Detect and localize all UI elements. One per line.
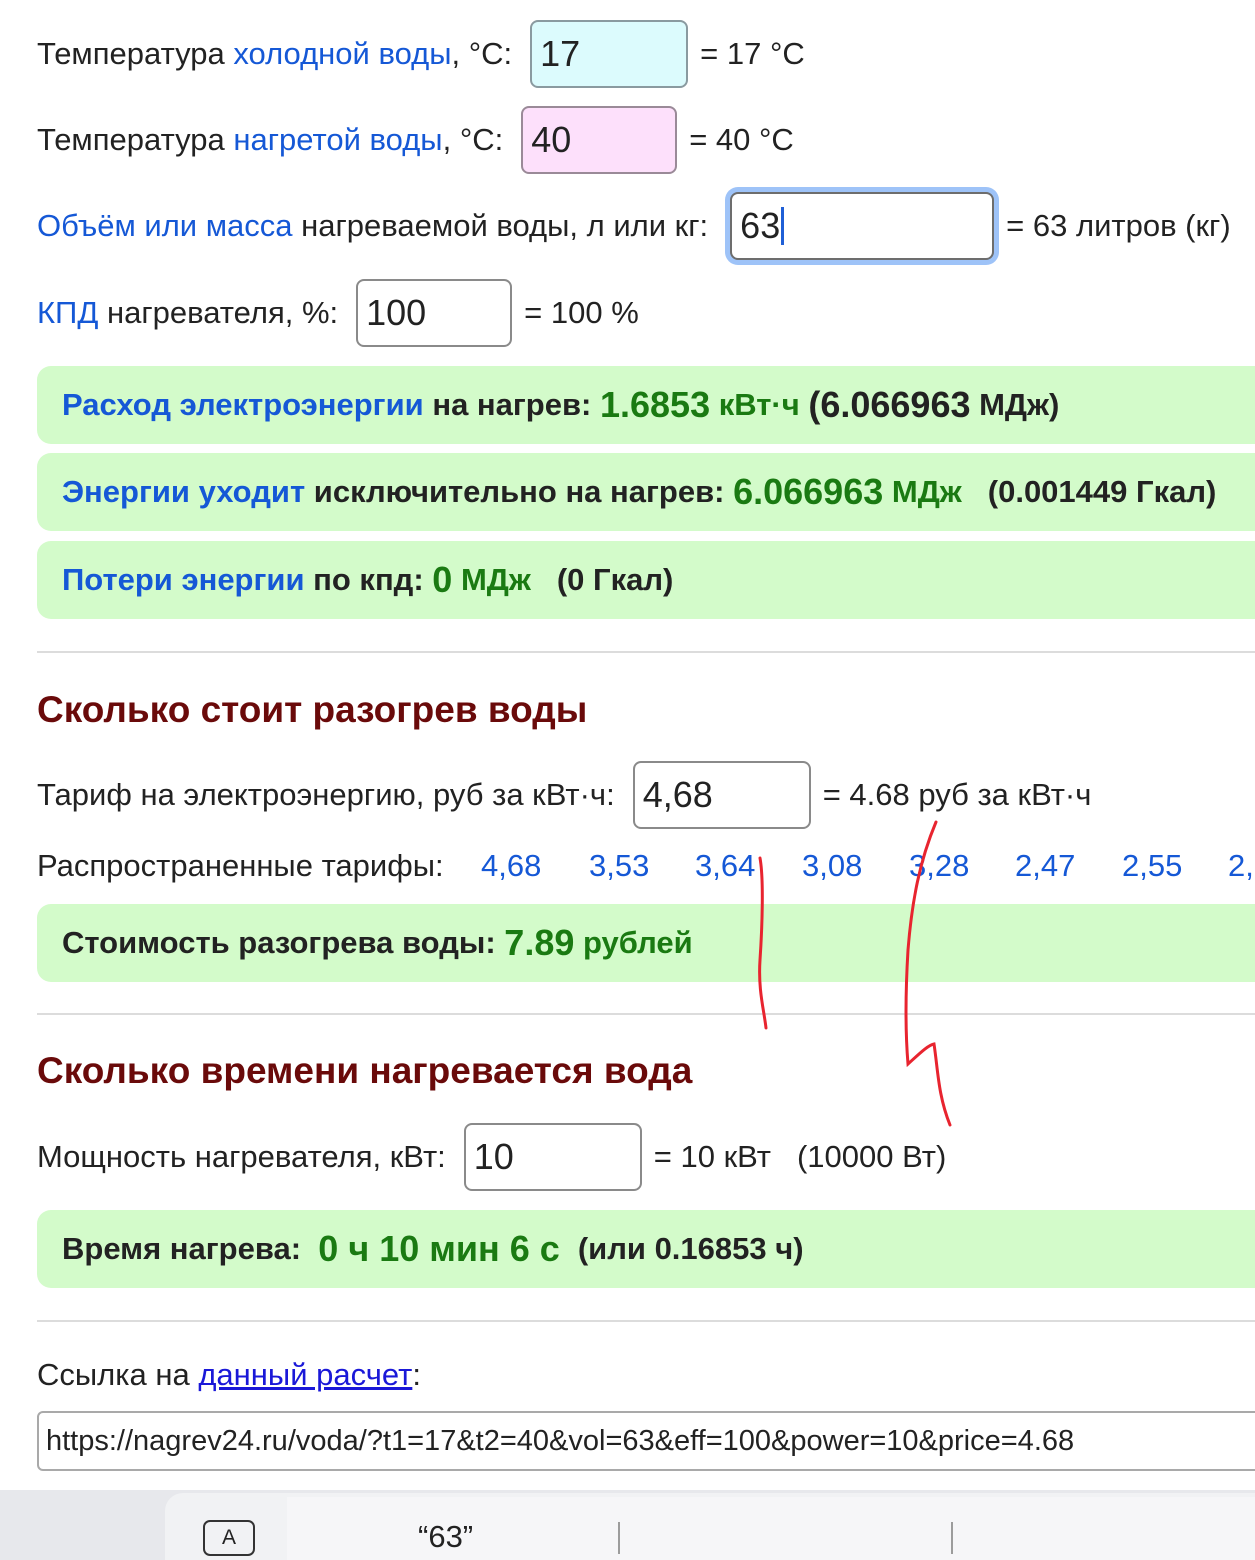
text-format-key[interactable]: A	[203, 1520, 255, 1556]
suggestion-separator	[951, 1522, 953, 1554]
annotation-marks	[758, 820, 952, 1127]
suggestion-separator	[618, 1522, 620, 1554]
suggestion-item[interactable]: “63”	[418, 1519, 473, 1555]
annotation-stroke	[904, 820, 952, 1127]
annotation-stroke	[758, 856, 768, 1030]
